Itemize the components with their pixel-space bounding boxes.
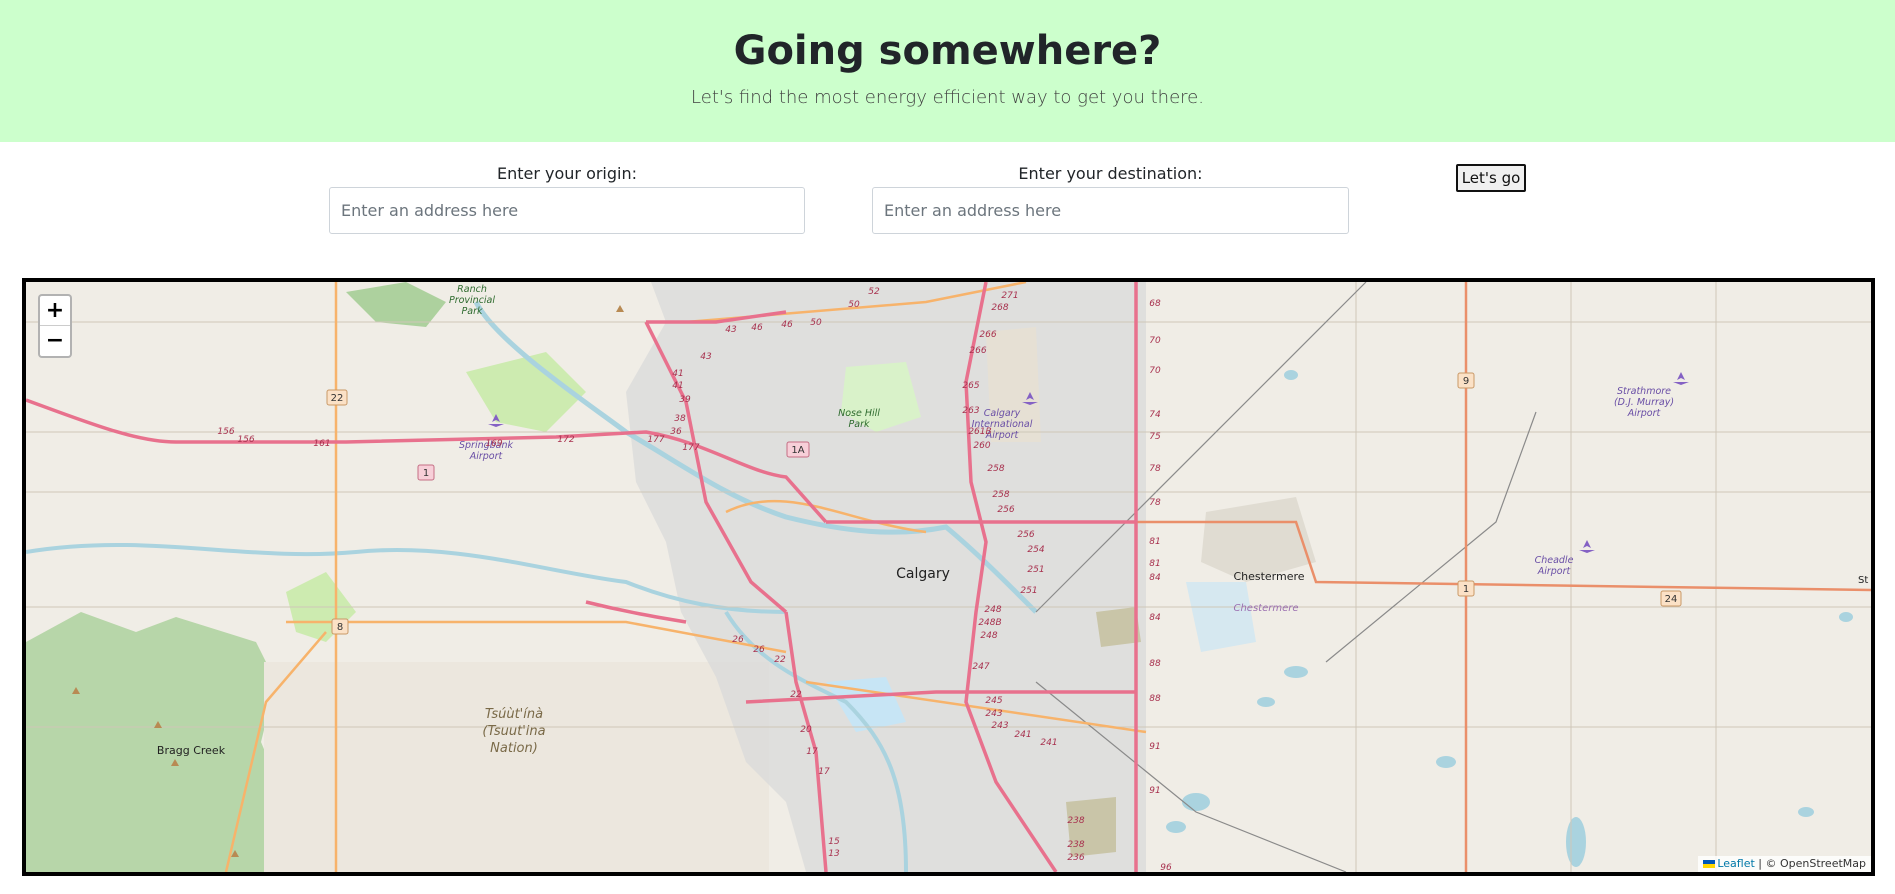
zoom-out-button[interactable]: − [40,326,70,356]
ukraine-flag-icon [1703,860,1716,868]
origin-label: Enter your origin: [496,164,638,183]
leaflet-link[interactable]: Leaflet [1717,857,1754,870]
destination-label: Enter your destination: [1018,164,1203,183]
map-container[interactable]: Calgary Chestermere Chestermere Bragg Cr… [22,278,1875,876]
origin-input[interactable] [329,187,805,234]
destination-input[interactable] [872,187,1349,234]
map-tiles[interactable] [26,282,1871,872]
map-attribution: Leaflet | © OpenStreetMap [1698,856,1871,872]
page-title: Going somewhere? [733,28,1162,74]
osm-attribution-text: | © OpenStreetMap [1754,857,1866,870]
zoom-control: + − [38,294,72,358]
page-subtitle: Let's find the most energy efficient way… [691,87,1204,108]
hero-banner: Going somewhere? Let's find the most ene… [0,0,1895,142]
lets-go-button[interactable]: Let's go [1456,164,1526,192]
zoom-in-button[interactable]: + [40,296,70,326]
